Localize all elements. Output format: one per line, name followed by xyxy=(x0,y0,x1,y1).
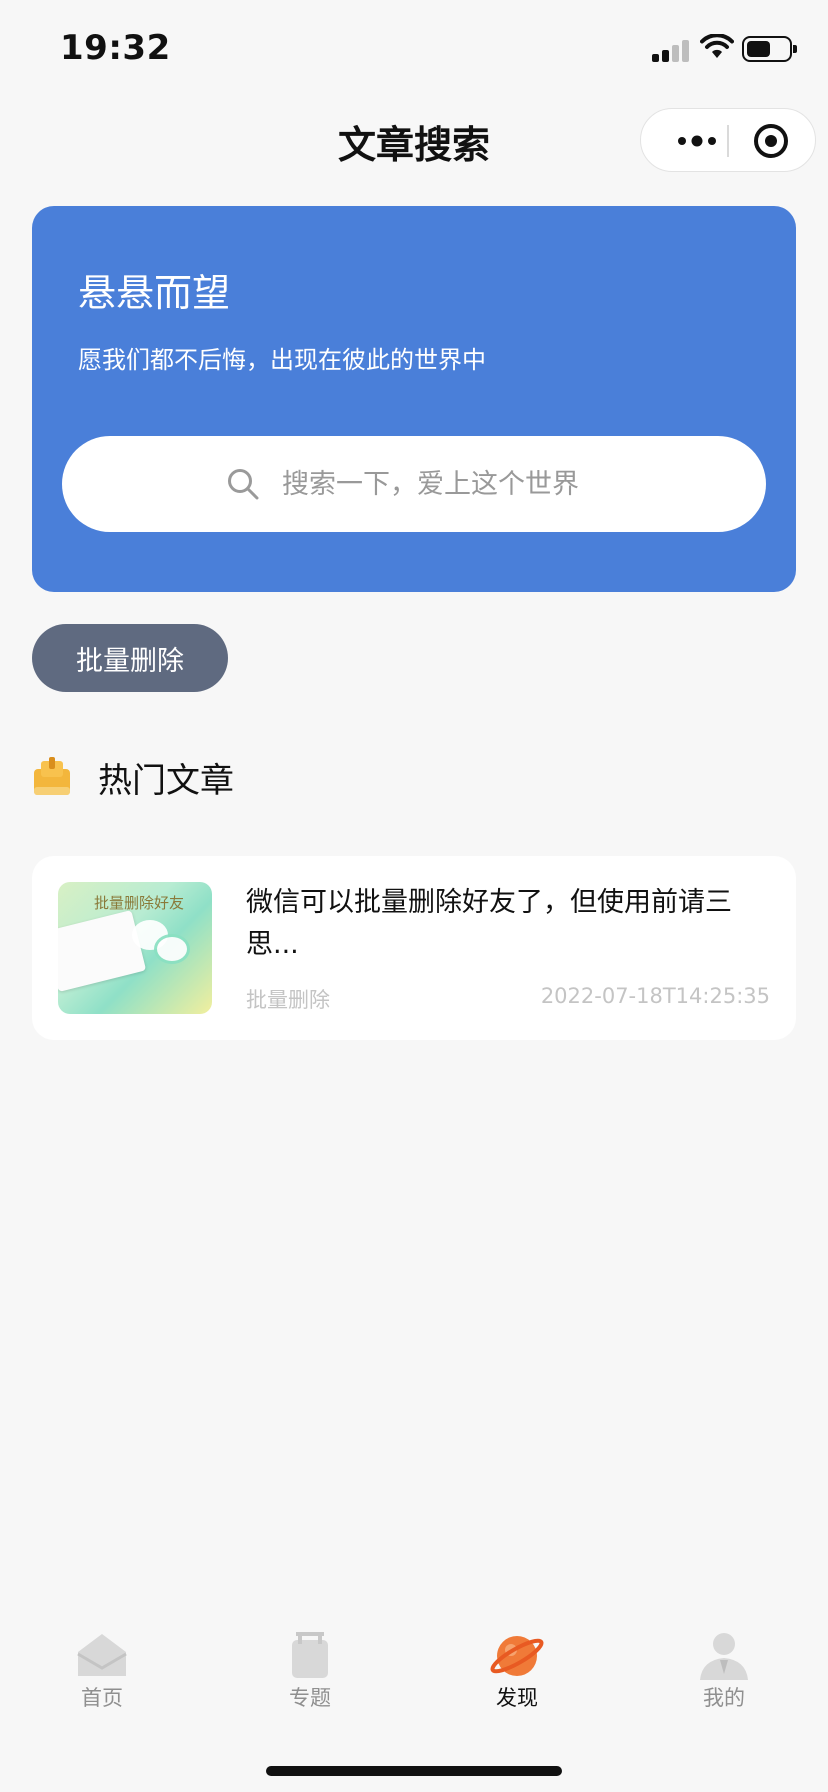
tab-label-home: 首页 xyxy=(81,1686,123,1710)
article-thumbnail: 批量删除好友 xyxy=(58,882,212,1014)
article-title[interactable]: 微信可以批量删除好友了，但使用前请三思... xyxy=(246,882,766,966)
profile-icon xyxy=(700,1633,748,1680)
more-icon[interactable] xyxy=(665,109,729,173)
tab-profile[interactable]: 我的 xyxy=(664,1618,784,1718)
article-tag: 批量删除 xyxy=(246,988,330,1012)
hot-articles-header: 热门文章 xyxy=(32,752,234,802)
batch-delete-button[interactable]: 批量删除 xyxy=(32,624,228,692)
hero-banner: 悬悬而望 愿我们都不后悔，出现在彼此的世界中 xyxy=(32,206,796,592)
battery-fill xyxy=(747,41,770,57)
battery-icon xyxy=(742,36,797,62)
hot-icon xyxy=(34,757,70,795)
status-time: 19:32 xyxy=(60,28,171,68)
tab-bar: 首页 专题 发现 我的 xyxy=(0,1618,828,1718)
search-icon xyxy=(228,469,259,500)
home-indicator xyxy=(266,1766,562,1776)
tab-label-topic: 专题 xyxy=(289,1686,331,1710)
home-icon xyxy=(77,1634,127,1676)
discover-icon xyxy=(490,1636,544,1676)
thumbnail-paper xyxy=(58,910,147,992)
tab-label-profile: 我的 xyxy=(703,1686,745,1710)
target-icon[interactable] xyxy=(739,109,803,173)
search-box[interactable] xyxy=(62,436,766,532)
mini-program-capsule xyxy=(640,108,816,172)
status-bar: 19:32 xyxy=(0,0,828,100)
section-title: 热门文章 xyxy=(98,760,234,801)
hero-title: 悬悬而望 xyxy=(78,271,231,315)
tab-home[interactable]: 首页 xyxy=(42,1618,162,1718)
article-search-page: 19:32 文章搜索 悬悬而望 愿我们都不后悔，出现在彼此的世界中 搜索一下，爱… xyxy=(0,0,828,1792)
hero-subtitle: 愿我们都不后悔，出现在彼此的世界中 xyxy=(78,346,486,374)
signal-icon xyxy=(652,38,692,62)
search-input[interactable] xyxy=(282,468,602,500)
wifi-icon xyxy=(700,34,734,58)
tab-discover[interactable]: 发现 xyxy=(457,1618,577,1718)
thumbnail-caption: 批量删除好友 xyxy=(94,894,185,912)
tab-label-discover: 发现 xyxy=(496,1686,538,1710)
chat-bubble-icon xyxy=(154,934,190,964)
tab-topic[interactable]: 专题 xyxy=(250,1618,370,1718)
article-date: 2022-07-18T14:25:35 xyxy=(540,984,770,1008)
topic-icon xyxy=(292,1632,328,1678)
capsule-divider xyxy=(727,125,729,157)
article-card[interactable]: 批量删除好友 微信可以批量删除好友了，但使用前请三思... 批量删除 2022-… xyxy=(32,856,796,1040)
